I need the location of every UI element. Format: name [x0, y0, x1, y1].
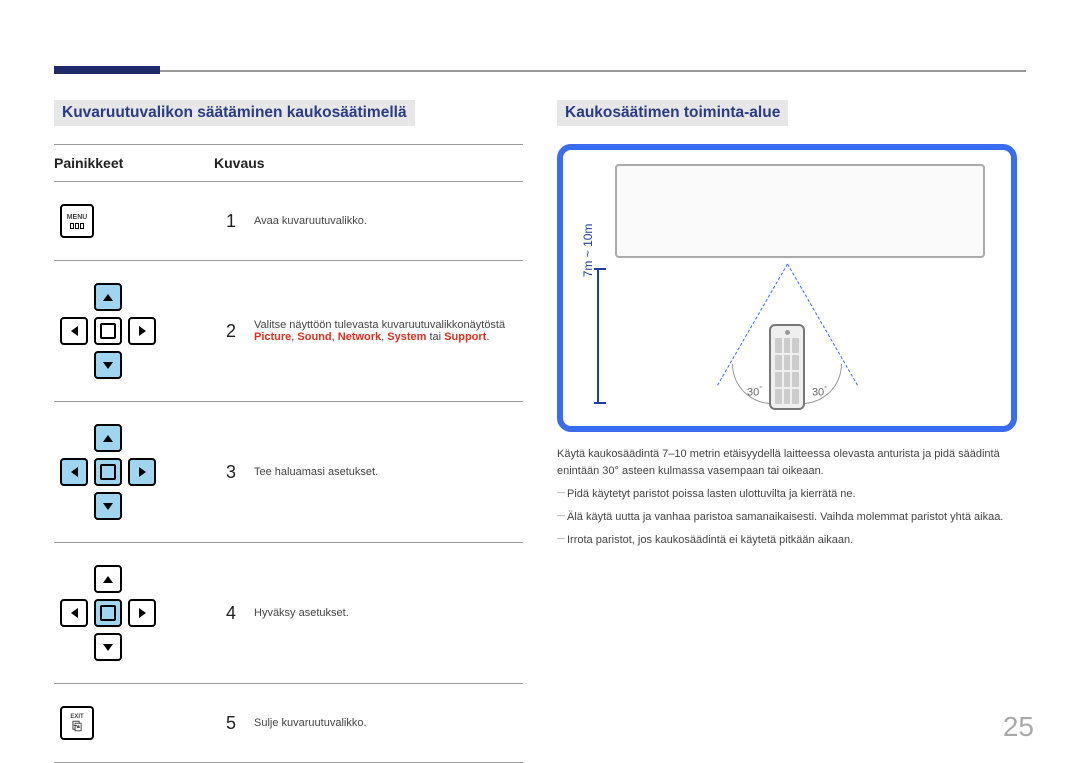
step-number: 3 [214, 402, 248, 543]
page-number: 25 [1003, 711, 1034, 743]
dpad-enter-only-icon [60, 565, 156, 661]
dpad-enter-icon [94, 458, 122, 486]
table-row: EXIT ⎘ 5 Sulje kuvaruutuvalikko. [54, 684, 523, 763]
menu-button-icon: MENU [60, 204, 94, 238]
step-number: 5 [214, 684, 248, 763]
dpad-all-icon [60, 424, 156, 520]
menu-icon-graphic [70, 223, 84, 229]
note-item: Älä käytä uutta ja vanhaa paristoa saman… [557, 509, 1026, 526]
menu-options-list: Picture, Sound, Network, System tai Supp… [254, 331, 489, 343]
right-column: Kaukosäätimen toiminta-alue 7m ~ 10m 30°… [557, 100, 1026, 763]
header-rule [54, 70, 1026, 72]
dpad-left-icon [60, 599, 88, 627]
step-description: Sulje kuvaruutuvalikko. [248, 684, 523, 763]
table-row: MENU 1 Avaa kuvaruutuvalikko. [54, 182, 523, 261]
header-accent [54, 66, 160, 74]
step-description: Avaa kuvaruutuvalikko. [248, 182, 523, 261]
step-description: Tee haluamasi asetukset. [248, 402, 523, 543]
manual-page: Kuvaruutuvalikon säätäminen kaukosäätime… [0, 0, 1080, 763]
exit-button-icon: EXIT ⎘ [60, 706, 94, 740]
note-item: Irrota paristot, jos kaukosäädintä ei kä… [557, 532, 1026, 549]
distance-indicator-icon [597, 268, 599, 404]
table-header-buttons: Painikkeet [54, 145, 214, 182]
range-paragraph: Käytä kaukosäädintä 7–10 metrin etäisyyd… [557, 446, 1026, 480]
dpad-left-icon [60, 317, 88, 345]
remote-range-text: Käytä kaukosäädintä 7–10 metrin etäisyyd… [557, 446, 1026, 549]
distance-label: 7m ~ 10m [581, 224, 595, 278]
dpad-right-icon [128, 599, 156, 627]
left-column: Kuvaruutuvalikon säätäminen kaukosäätime… [54, 100, 523, 763]
button-description-table: Painikkeet Kuvaus MENU 1 [54, 144, 523, 763]
menu-icon-label: MENU [67, 214, 88, 221]
dpad-down-icon [94, 633, 122, 661]
dpad-up-down-icon [60, 283, 156, 379]
dpad-up-icon [94, 565, 122, 593]
table-row: 3 Tee haluamasi asetukset. [54, 402, 523, 543]
remote-range-figure: 7m ~ 10m 30° 30° [557, 144, 1017, 432]
step-description: Valitse näyttöön tulevasta kuvaruutuvali… [248, 261, 523, 402]
dpad-enter-icon [94, 317, 122, 345]
display-icon [615, 164, 985, 258]
dpad-left-icon [60, 458, 88, 486]
dpad-down-icon [94, 351, 122, 379]
angle-left-label: 30° [747, 386, 762, 399]
step-description: Hyväksy asetukset. [248, 543, 523, 684]
dpad-enter-icon [94, 599, 122, 627]
table-row: 4 Hyväksy asetukset. [54, 543, 523, 684]
remote-control-icon [769, 324, 805, 410]
two-column-layout: Kuvaruutuvalikon säätäminen kaukosäätime… [54, 100, 1026, 763]
step-number: 4 [214, 543, 248, 684]
exit-icon-graphic: ⎘ [72, 720, 82, 732]
left-section-heading: Kuvaruutuvalikon säätäminen kaukosäätime… [54, 100, 415, 126]
dpad-down-icon [94, 492, 122, 520]
dpad-up-icon [94, 424, 122, 452]
dpad-up-icon [94, 283, 122, 311]
step-number: 1 [214, 182, 248, 261]
table-row: 2 Valitse näyttöön tulevasta kuvaruutuva… [54, 261, 523, 402]
dpad-right-icon [128, 458, 156, 486]
step-number: 2 [214, 261, 248, 402]
note-item: Pidä käytetyt paristot poissa lasten ulo… [557, 486, 1026, 503]
right-section-heading: Kaukosäätimen toiminta-alue [557, 100, 788, 126]
table-header-description: Kuvaus [214, 145, 523, 182]
dpad-right-icon [128, 317, 156, 345]
angle-right-label: 30° [812, 386, 827, 399]
